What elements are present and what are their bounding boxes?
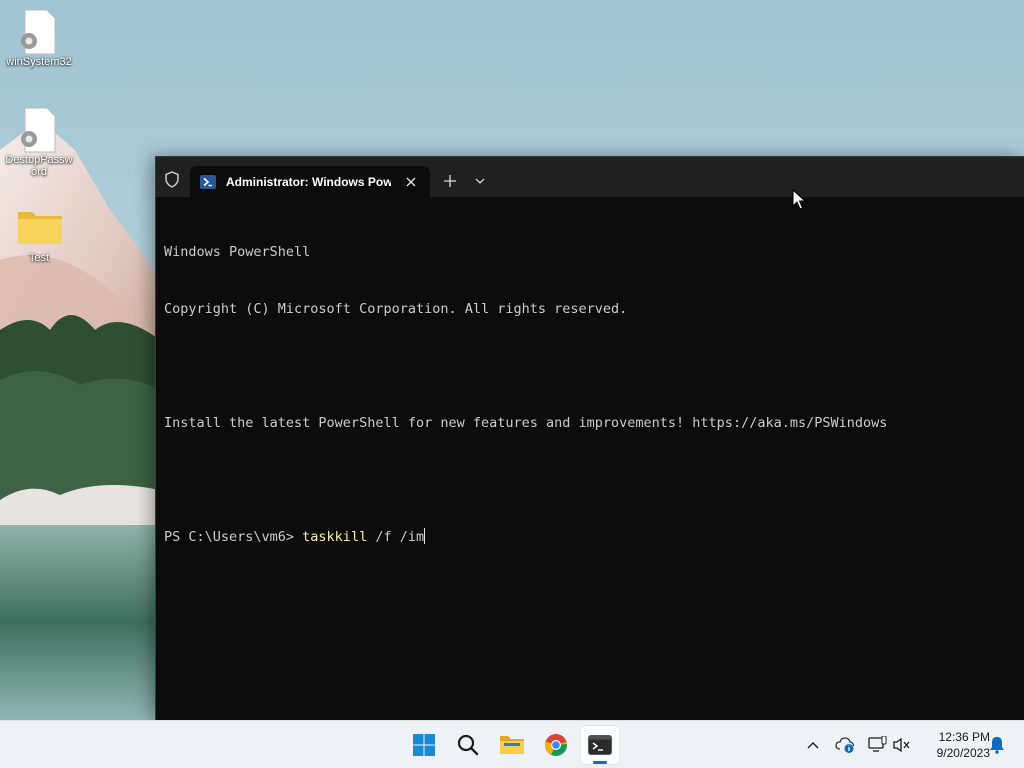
active-app-indicator xyxy=(593,761,607,764)
taskbar: 12:36 PM 9/20/2023 xyxy=(0,720,1024,768)
desktop-icon-destoppassword[interactable]: DestopPassword xyxy=(1,106,77,178)
new-tab-plus-icon[interactable] xyxy=(441,172,459,190)
desktop-icon-label: winSystem32 xyxy=(6,56,72,68)
close-tab-icon[interactable] xyxy=(403,174,419,190)
desktop-icon-label: Test xyxy=(28,252,50,264)
tab-title: Administrator: Windows PowerShell xyxy=(226,174,391,189)
terminal-taskbar-button[interactable] xyxy=(580,725,620,765)
folder-icon xyxy=(500,736,524,754)
search-button[interactable] xyxy=(448,725,488,765)
prompt-text: PS C:\Users\vm6> xyxy=(164,529,303,545)
onedrive-tray-button[interactable] xyxy=(834,734,856,756)
desktop-icon-test[interactable]: Test xyxy=(1,204,77,264)
clock-time: 12:36 PM xyxy=(938,730,990,744)
terminal-titlebar[interactable]: Administrator: Windows PowerShell xyxy=(156,157,1024,197)
search-icon xyxy=(457,734,479,756)
clock-date: 9/20/2023 xyxy=(936,746,990,760)
mouse-pointer-icon xyxy=(792,189,806,210)
terminal-line: Copyright (C) Microsoft Corporation. All… xyxy=(164,301,628,317)
speaker-muted-icon xyxy=(893,737,910,753)
terminal-icon xyxy=(588,735,612,755)
network-tray-button[interactable] xyxy=(866,734,888,756)
terminal-line: Install the latest PowerShell for new fe… xyxy=(164,415,888,431)
chevron-up-icon xyxy=(807,742,819,749)
command-text: taskkill xyxy=(302,529,368,545)
cloud-info-icon xyxy=(835,737,855,753)
file-explorer-button[interactable] xyxy=(492,725,532,765)
tab-administrator-powershell[interactable]: Administrator: Windows PowerShell xyxy=(190,166,430,197)
volume-tray-button[interactable] xyxy=(891,734,913,756)
powershell-icon xyxy=(200,174,216,189)
terminal-line: Windows PowerShell xyxy=(164,244,311,260)
chevron-down-icon[interactable] xyxy=(472,174,488,188)
system-clock[interactable]: 12:36 PM 9/20/2023 xyxy=(918,729,990,761)
file-settings-icon xyxy=(21,107,56,153)
terminal-window[interactable]: Administrator: Windows PowerShell Window… xyxy=(155,156,1024,720)
network-icon xyxy=(868,736,887,752)
command-line[interactable]: PS C:\Users\vm6> taskkill /f /im xyxy=(164,528,1024,547)
bell-icon xyxy=(990,737,1004,754)
desktop-icon-winsystem32[interactable]: winSystem32 xyxy=(1,8,77,68)
show-hidden-icons-button[interactable] xyxy=(802,734,824,756)
chrome-button[interactable] xyxy=(536,725,576,765)
notifications-button[interactable] xyxy=(986,734,1008,756)
start-button[interactable] xyxy=(404,725,444,765)
windows-logo-icon xyxy=(413,734,435,756)
command-args: /f /im xyxy=(367,529,425,545)
folder-icon xyxy=(18,212,62,244)
desktop-icon-label: DestopPassword xyxy=(5,154,73,178)
admin-shield-icon xyxy=(162,169,182,189)
terminal-output[interactable]: Windows PowerShell Copyright (C) Microso… xyxy=(164,205,1024,720)
file-settings-icon xyxy=(21,9,56,55)
text-cursor xyxy=(424,528,426,544)
chrome-icon xyxy=(544,734,567,756)
